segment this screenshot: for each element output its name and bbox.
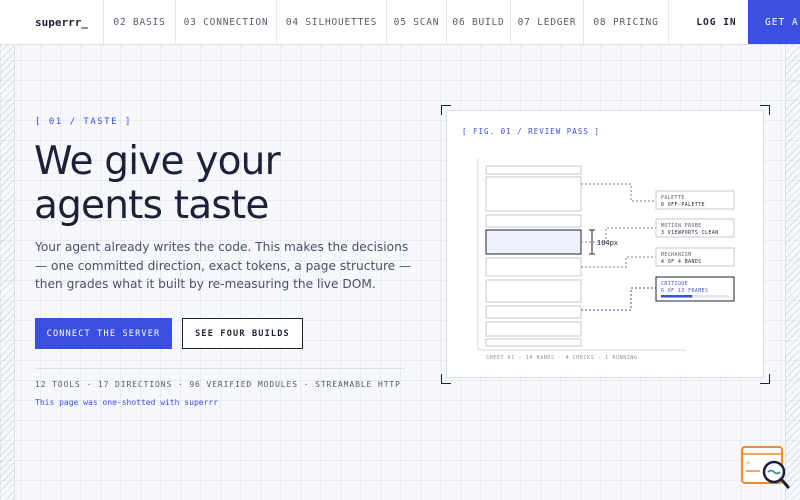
band-7 bbox=[485, 305, 582, 319]
nav-link-06-build[interactable]: 06 BUILD bbox=[447, 0, 511, 44]
annotation-mechanism: MECHANISM 4 OF 4 BANDS bbox=[655, 247, 735, 267]
annotation-critique: CRITIQUE 6 OF 13 FRAMES bbox=[655, 276, 735, 302]
nav-link-02-basis[interactable]: 02 BASIS bbox=[104, 0, 176, 44]
band-8 bbox=[485, 321, 582, 337]
annotation-critique-detail: 6 OF 13 FRAMES bbox=[661, 288, 708, 294]
figure-footer: SHEET 01 · 10 BANDS · 4 CHECKS · 1 RUNNI… bbox=[486, 355, 638, 361]
annotation-critique-title: CRITIQUE bbox=[661, 281, 688, 287]
left-hatch-border bbox=[0, 45, 15, 500]
annotation-motion: MOTION PROBE 3 VIEWPORTS CLEAN bbox=[655, 218, 735, 238]
terminal-prompt-icon: > bbox=[746, 459, 750, 467]
stats-line: 12 TOOLS · 17 DIRECTIONS · 96 VERIFIED M… bbox=[35, 380, 401, 389]
band-1 bbox=[485, 165, 582, 175]
connector-critique bbox=[581, 287, 656, 311]
band-4-selected bbox=[485, 229, 582, 255]
band-5 bbox=[485, 257, 582, 277]
nav-link-07-ledger[interactable]: 07 LEDGER bbox=[511, 0, 584, 44]
hero-lead: Your agent already writes the code. This… bbox=[35, 240, 412, 291]
nav-links: 02 BASIS 03 CONNECTION 04 SILHOUETTES 05 SC… bbox=[104, 0, 669, 44]
annotation-palette: PALETTE 0 OFF-PALETTE bbox=[655, 190, 735, 210]
oneshot-link[interactable]: This page was one-shotted with superrr bbox=[35, 398, 218, 407]
login-link[interactable]: LOG IN bbox=[685, 0, 748, 44]
band-2 bbox=[485, 176, 582, 212]
measure-label: 104px bbox=[597, 239, 618, 247]
band-3 bbox=[485, 214, 582, 228]
nav-link-04-silhouettes[interactable]: 04 SILHOUETTES bbox=[277, 0, 387, 44]
hero-divider bbox=[35, 368, 405, 369]
see-builds-button[interactable]: SEE FOUR BUILDS bbox=[182, 318, 303, 349]
get-access-button[interactable]: GET A bbox=[748, 0, 800, 44]
connector-mechanism bbox=[581, 256, 656, 268]
band-9 bbox=[485, 338, 582, 347]
annotation-palette-title: PALETTE bbox=[661, 195, 685, 201]
section-eyebrow: [ 01 / TASTE ] bbox=[35, 117, 132, 127]
right-hatch-border bbox=[785, 45, 800, 500]
nav-link-05-scan[interactable]: 05 SCAN bbox=[387, 0, 447, 44]
annotation-motion-detail: 3 VIEWPORTS CLEAN bbox=[661, 230, 719, 236]
band-6 bbox=[485, 279, 582, 303]
brand-logo[interactable]: superrr_ bbox=[0, 0, 104, 44]
top-navigation: superrr_ 02 BASIS 03 CONNECTION 04 SILHOUE… bbox=[0, 0, 800, 45]
annotation-motion-title: MOTION PROBE bbox=[661, 223, 702, 229]
critique-progress-fill bbox=[661, 295, 693, 298]
nav-link-03-connection[interactable]: 03 CONNECTION bbox=[176, 0, 277, 44]
annotation-mechanism-detail: 4 OF 4 BANDS bbox=[661, 259, 702, 265]
annotation-palette-detail: 0 OFF-PALETTE bbox=[661, 202, 705, 208]
annotation-mechanism-title: MECHANISM bbox=[661, 252, 692, 258]
magnifier-handle bbox=[779, 477, 790, 489]
connector-palette bbox=[581, 183, 656, 202]
nav-link-08-pricing[interactable]: 08 PRICING bbox=[584, 0, 669, 44]
connect-server-button[interactable]: CONNECT THE SERVER bbox=[35, 318, 172, 349]
feedback-widget[interactable]: > bbox=[738, 445, 792, 491]
review-diagram: 104px PALETTE 0 OFF-PALETTE MOTION PROBE… bbox=[477, 158, 735, 361]
hero-headline: We give your agents taste bbox=[34, 139, 281, 228]
